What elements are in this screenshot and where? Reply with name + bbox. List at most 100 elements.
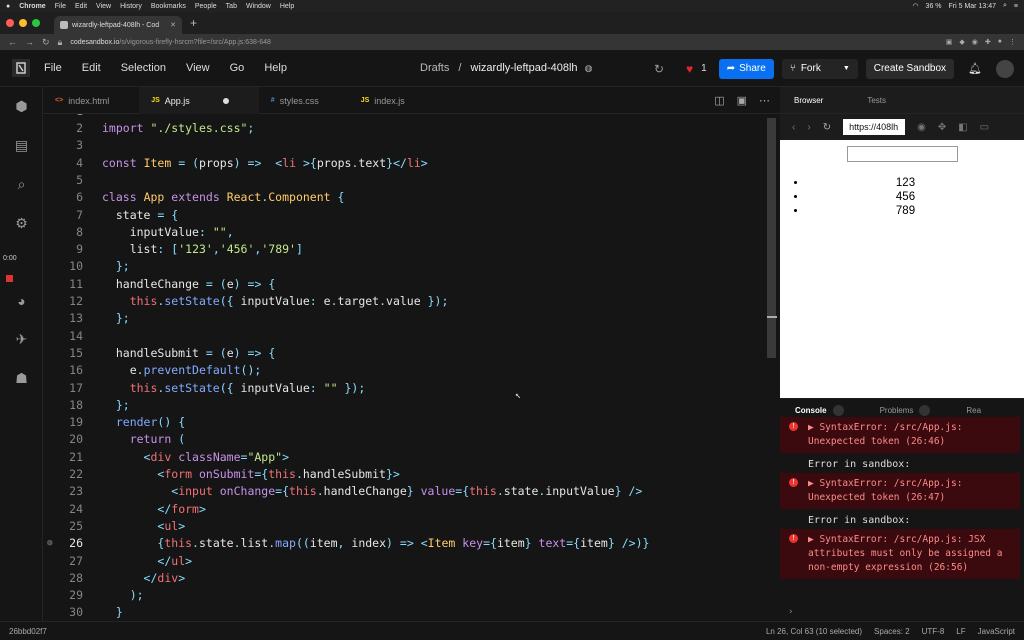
- puzzle-icon[interactable]: ✚: [985, 38, 991, 46]
- more-icon[interactable]: ⋮: [1009, 38, 1016, 46]
- spotlight-icon[interactable]: ⌕: [1003, 2, 1007, 10]
- language-mode[interactable]: JavaScript: [978, 627, 1015, 636]
- close-window-button[interactable]: [6, 19, 14, 27]
- preview-action-icon[interactable]: ◉: [917, 122, 926, 133]
- tab-react[interactable]: Rea: [966, 406, 981, 415]
- mac-menu-item[interactable]: Edit: [75, 3, 87, 10]
- console-error[interactable]: ! ▶ SyntaxError: /src/App.js: JSX attribu…: [780, 529, 1020, 579]
- crumb-drafts[interactable]: Drafts: [420, 62, 449, 74]
- unsaved-dot-icon[interactable]: [222, 97, 229, 104]
- mac-menu-item[interactable]: Bookmarks: [151, 3, 186, 10]
- refresh-icon[interactable]: ↻: [654, 62, 664, 76]
- split-view-icon[interactable]: ◫: [714, 94, 724, 107]
- reload-icon[interactable]: ↻: [42, 37, 50, 48]
- rocket-icon[interactable]: ✈: [13, 331, 30, 348]
- control-center-icon[interactable]: ≡: [1014, 3, 1018, 10]
- editor-tab[interactable]: # styles.css: [259, 87, 349, 114]
- code-editor[interactable]: 1 2import "./styles.css";34const Item = …: [43, 114, 780, 621]
- zoom-window-button[interactable]: [32, 19, 40, 27]
- heart-icon[interactable]: ♥: [686, 62, 693, 76]
- url-path: /s/vigorous-firefly-hsrcm?file=/src/App.…: [119, 38, 271, 46]
- preview-action-icon[interactable]: ▭: [980, 122, 989, 133]
- code-text: );: [129, 588, 144, 603]
- editor-tab[interactable]: <> index.html: [43, 87, 139, 114]
- editor-tab[interactable]: JS index.js: [349, 87, 435, 114]
- battery-percent[interactable]: 36 %: [926, 3, 942, 10]
- file-icon[interactable]: ▤: [13, 137, 30, 154]
- close-tab-icon[interactable]: ✕: [170, 21, 176, 29]
- mac-app-name[interactable]: Chrome: [19, 3, 45, 10]
- codesandbox-logo-icon[interactable]: [12, 59, 30, 77]
- chevron-down-icon[interactable]: ▼: [843, 65, 850, 72]
- menu-item[interactable]: Go: [230, 62, 245, 74]
- comment-icon[interactable]: ◍: [47, 535, 52, 552]
- tab-problems[interactable]: Problems: [880, 406, 914, 415]
- line-number: 4: [76, 155, 83, 170]
- gear-icon[interactable]: ⚙: [13, 215, 30, 232]
- menu-item[interactable]: File: [44, 62, 62, 74]
- back-arrow-icon[interactable]: ←: [8, 37, 17, 47]
- lock-icon[interactable]: 🔒︎: [58, 37, 63, 48]
- extension-icon[interactable]: ◉: [972, 38, 978, 46]
- new-tab-icon[interactable]: +: [190, 16, 197, 30]
- mac-menu-item[interactable]: View: [96, 3, 111, 10]
- indentation[interactable]: Spaces: 2: [874, 627, 910, 636]
- mac-menu-item[interactable]: People: [195, 3, 217, 10]
- record-stop-icon[interactable]: [6, 275, 13, 282]
- users-icon[interactable]: ☗: [13, 370, 30, 387]
- fork-button[interactable]: ⑂ Fork ▼: [781, 58, 858, 79]
- cursor-position[interactable]: Ln 26, Col 63 (10 selected): [766, 627, 862, 636]
- more-icon[interactable]: ⋯: [759, 94, 770, 107]
- tab-browser[interactable]: Browser: [794, 96, 823, 105]
- menu-item[interactable]: Help: [264, 62, 287, 74]
- preview-text-input[interactable]: [847, 146, 958, 162]
- wifi-icon[interactable]: ◠: [912, 2, 918, 10]
- mac-menu-item[interactable]: File: [55, 3, 66, 10]
- forward-arrow-icon[interactable]: ›: [807, 122, 810, 133]
- profile-icon[interactable]: ●: [998, 38, 1002, 46]
- tab-console[interactable]: Console: [795, 406, 827, 415]
- preview-action-icon[interactable]: ✥: [938, 122, 946, 133]
- bell-icon[interactable]: 🔔︎: [968, 62, 982, 75]
- tab-tests[interactable]: Tests: [867, 96, 886, 105]
- chat-icon[interactable]: ◕: [13, 292, 30, 309]
- mac-menu-item[interactable]: Tab: [226, 3, 237, 10]
- preview-action-icon[interactable]: ◧: [958, 122, 967, 133]
- console-message: Error in sandbox:: [808, 515, 911, 526]
- mac-menu-item[interactable]: Window: [246, 3, 271, 10]
- forward-arrow-icon[interactable]: →: [25, 37, 34, 47]
- cube-icon[interactable]: ⬢: [13, 98, 30, 115]
- menu-item[interactable]: Selection: [121, 62, 166, 74]
- line-endings[interactable]: LF: [956, 627, 965, 636]
- console-error[interactable]: ! ▶ SyntaxError: /src/App.js: Unexpected …: [780, 473, 1020, 509]
- url-field[interactable]: codesandbox.io/s/vigorous-firefly-hsrcm?…: [70, 39, 271, 46]
- mac-menu-item[interactable]: Help: [280, 3, 294, 10]
- mac-menu-item[interactable]: History: [120, 3, 142, 10]
- reload-icon[interactable]: ↻: [823, 122, 831, 133]
- editor-tab[interactable]: JS App.js: [139, 87, 259, 114]
- back-arrow-icon[interactable]: ‹: [792, 122, 795, 133]
- create-sandbox-button[interactable]: Create Sandbox: [865, 58, 955, 79]
- code-line: 28 </div>: [43, 570, 780, 587]
- browser-tab[interactable]: wizardly-leftpad-408lh - Cod ✕: [54, 16, 182, 34]
- menu-item[interactable]: View: [186, 62, 210, 74]
- extension-icon[interactable]: ▣: [946, 38, 953, 46]
- code-line: 6 class App extends React.Component {: [43, 189, 780, 206]
- code-line: 27 </ul>: [43, 553, 780, 570]
- commit-hash[interactable]: 26bbd02f7: [9, 627, 47, 636]
- share-button[interactable]: ➦ Share: [718, 58, 774, 79]
- apple-icon[interactable]: ●: [6, 3, 10, 10]
- sandbox-name[interactable]: wizardly-leftpad-408lh: [471, 62, 578, 74]
- clock[interactable]: Fri 5 Mar 13:47: [949, 3, 996, 10]
- avatar[interactable]: [996, 59, 1014, 78]
- minimize-window-button[interactable]: [19, 19, 27, 27]
- preview-icon[interactable]: ▣: [737, 94, 747, 107]
- console-prompt-icon[interactable]: ›: [788, 607, 793, 617]
- preview-url-field[interactable]: https://408lh: [843, 119, 906, 135]
- editor-scrollbar[interactable]: [767, 118, 776, 358]
- console-error[interactable]: ! ▶ SyntaxError: /src/App.js: Unexpected …: [780, 417, 1020, 453]
- extension-icon[interactable]: ◆: [959, 38, 964, 46]
- menu-item[interactable]: Edit: [82, 62, 101, 74]
- encoding[interactable]: UTF-8: [922, 627, 945, 636]
- search-icon[interactable]: ⌕: [13, 176, 30, 193]
